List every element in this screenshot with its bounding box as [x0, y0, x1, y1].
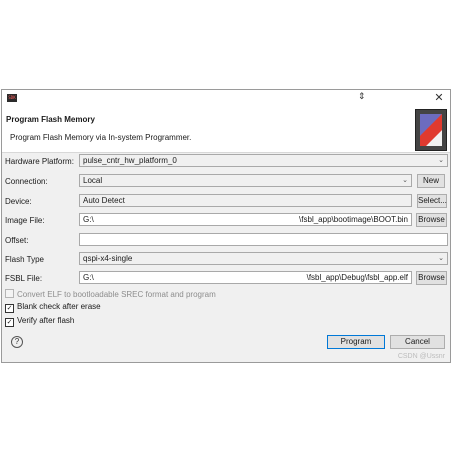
fsbl-file-path-drive: G:\ [83, 273, 94, 282]
program-button[interactable]: Program [327, 335, 385, 349]
hardware-platform-select[interactable]: pulse_cntr_hw_platform_0 ⌄ [79, 154, 448, 167]
device-field: Auto Detect [79, 194, 412, 207]
resize-cursor-icon: ⇕ [358, 91, 366, 101]
connection-label: Connection: [5, 177, 48, 186]
offset-input[interactable] [79, 233, 448, 246]
flash-type-label: Flash Type [5, 255, 44, 264]
dialog-title: Program Flash Memory [6, 115, 95, 124]
watermark: CSDN @Ussnr [397, 353, 445, 360]
chevron-down-icon: ⌄ [438, 157, 444, 164]
image-file-path-tail: \fsbl_app\bootimage\BOOT.bin [299, 215, 408, 224]
verify-checkbox-row[interactable]: ✓ Verify after flash [5, 316, 74, 327]
blank-check-label: Blank check after erase [17, 302, 101, 311]
fsbl-file-path-tail: \fsbl_app\Debug\fsbl_app.elf [306, 273, 408, 282]
image-file-path-drive: G:\ [83, 215, 94, 224]
blank-check-checkbox-row[interactable]: ✓ Blank check after erase [5, 302, 101, 313]
connection-select[interactable]: Local ⌄ [79, 174, 412, 187]
connection-value: Local [83, 176, 103, 185]
convert-elf-checkbox [5, 289, 14, 298]
image-file-label: Image File: [5, 216, 45, 225]
sdk-logo-icon [415, 109, 447, 151]
verify-after-flash-checkbox[interactable]: ✓ [5, 318, 14, 327]
browse-fsbl-button[interactable]: Browse [416, 271, 447, 285]
select-device-button[interactable]: Select... [417, 194, 447, 208]
title-bar: SDK ⇕ ✕ [2, 90, 450, 106]
browse-image-button[interactable]: Browse [416, 213, 447, 227]
hardware-platform-value: pulse_cntr_hw_platform_0 [83, 156, 177, 165]
dialog-header: Program Flash Memory Program Flash Memor… [2, 106, 450, 153]
fsbl-file-label: FSBL File: [5, 274, 43, 283]
close-icon[interactable]: ✕ [433, 91, 445, 105]
chevron-down-icon: ⌄ [438, 255, 444, 262]
flash-type-select[interactable]: qspi-x4-single ⌄ [79, 252, 448, 265]
program-flash-dialog: SDK ⇕ ✕ Program Flash Memory Program Fla… [1, 89, 451, 363]
dialog-subtitle: Program Flash Memory via In-system Progr… [10, 133, 192, 142]
device-label: Device: [5, 197, 32, 206]
fsbl-file-input[interactable]: G:\ \fsbl_app\Debug\fsbl_app.elf [79, 271, 412, 284]
sdk-app-icon: SDK [7, 94, 17, 102]
convert-elf-checkbox-row: Convert ELF to bootloadable SREC format … [5, 289, 216, 299]
help-icon[interactable]: ? [11, 336, 23, 348]
image-file-input[interactable]: G:\ \fsbl_app\bootimage\BOOT.bin [79, 213, 412, 226]
cancel-button[interactable]: Cancel [390, 335, 445, 349]
flash-type-value: qspi-x4-single [83, 254, 133, 263]
hardware-platform-label: Hardware Platform: [5, 157, 74, 166]
blank-check-checkbox[interactable]: ✓ [5, 304, 14, 313]
new-connection-button[interactable]: New [417, 174, 445, 188]
verify-after-flash-label: Verify after flash [17, 316, 75, 325]
chevron-down-icon: ⌄ [402, 177, 408, 184]
offset-label: Offset: [5, 236, 29, 245]
convert-elf-label: Convert ELF to bootloadable SREC format … [17, 290, 216, 299]
device-value: Auto Detect [83, 196, 125, 205]
